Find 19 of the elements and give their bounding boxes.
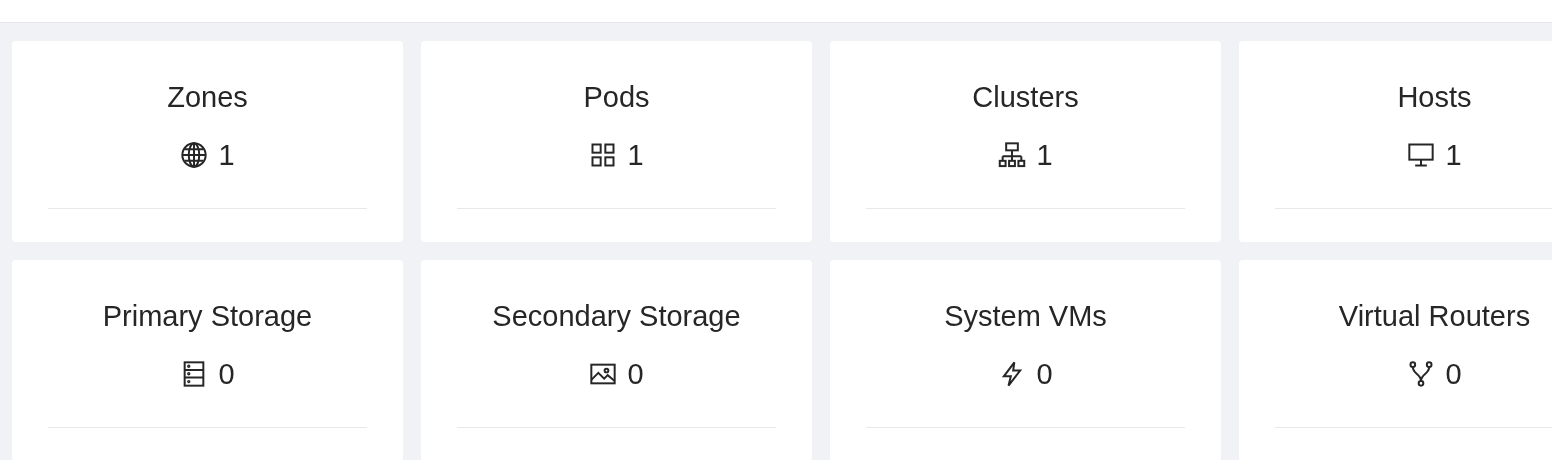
monitor-icon <box>1407 141 1436 169</box>
count-value: 1 <box>1445 138 1462 173</box>
count-value: 1 <box>627 138 644 173</box>
card-title: Zones <box>167 80 248 115</box>
count-value: 0 <box>1445 357 1462 392</box>
count-value: 0 <box>1036 357 1053 392</box>
count-value: 0 <box>218 357 235 392</box>
count-value: 1 <box>218 138 235 173</box>
card-title: Primary Storage <box>102 299 313 334</box>
globe-icon <box>180 141 209 169</box>
card-title: System VMs <box>944 299 1107 334</box>
card-title: Virtual Routers <box>1338 299 1531 334</box>
count-value: 0 <box>627 357 644 392</box>
count-value: 1 <box>1036 138 1053 173</box>
card-title: Secondary Storage <box>492 299 741 334</box>
card-title: Pods <box>583 80 650 115</box>
card-title: Clusters <box>972 80 1079 115</box>
card-title: Hosts <box>1397 80 1472 115</box>
sitemap-icon <box>998 141 1027 169</box>
